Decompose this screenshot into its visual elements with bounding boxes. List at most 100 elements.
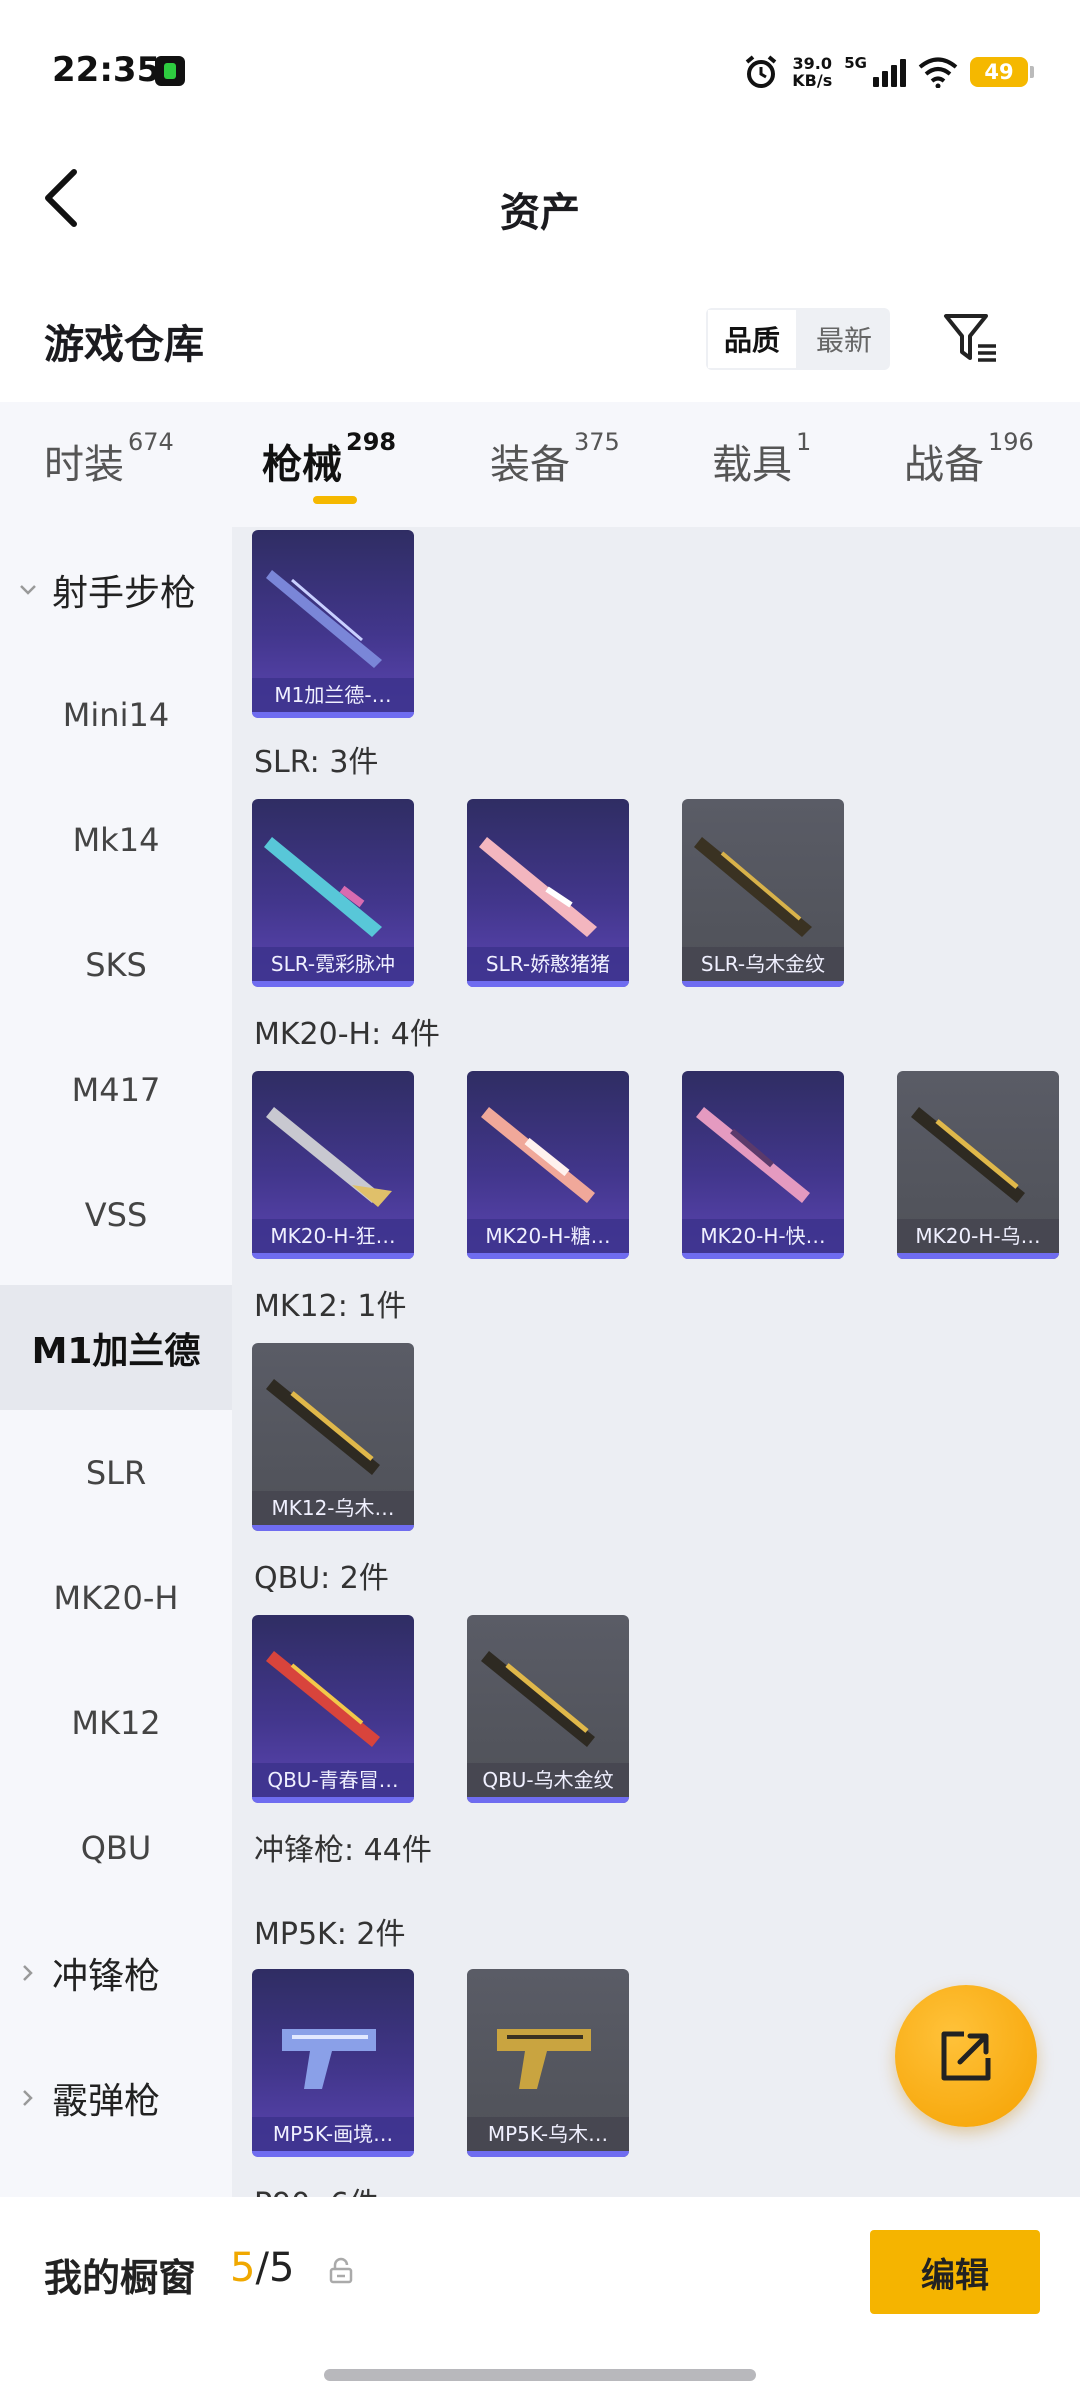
rifle-icon (481, 1107, 595, 1203)
filter-icon[interactable] (940, 308, 1000, 368)
tab-label: 战备 (904, 442, 984, 488)
rarity-bar (467, 1253, 629, 1259)
tab-firearms[interactable]: 枪械 298 (262, 428, 396, 490)
app-notification-icon (155, 56, 185, 86)
item-grid: M1加兰德-… SLR: 3件 SLR-霓彩脉冲 SLR-娇憨猪猪 SLR-乌木… (232, 527, 1080, 2197)
showcase-label: 我的橱窗 (44, 2256, 197, 2300)
sidebar-item-mk12[interactable]: MK12 (0, 1660, 232, 1785)
item-card[interactable]: QBU-乌木金纹 (467, 1615, 629, 1803)
home-indicator[interactable] (324, 2369, 756, 2381)
signal-icon (873, 57, 906, 87)
sidebar-item-sks[interactable]: SKS (0, 902, 232, 1027)
tab-fashion[interactable]: 时装 674 (44, 428, 174, 490)
item-card-label: MK20-H-糖… (467, 1219, 629, 1253)
item-card[interactable]: MK20-H-糖… (467, 1071, 629, 1259)
sidebar-group-label: 冲锋枪 (52, 1955, 161, 1997)
item-card-label: SLR-娇憨猪猪 (467, 947, 629, 981)
item-card[interactable]: SLR-乌木金纹 (682, 799, 844, 987)
wifi-icon (918, 57, 958, 88)
rarity-bar (252, 1253, 414, 1259)
item-card[interactable]: SLR-霓彩脉冲 (252, 799, 414, 987)
item-card[interactable]: M1加兰德-… (252, 530, 414, 718)
sidebar: 射手步枪 Mini14 Mk14 SKS M417 VSS M1加兰德 SLR … (0, 527, 232, 2197)
chevron-right-icon (23, 1964, 33, 1981)
status-icons: 39.0 KB/s 5G 49 (742, 52, 1034, 92)
page-title: 资产 (500, 190, 580, 236)
sidebar-item-qbu[interactable]: QBU (0, 1785, 232, 1910)
item-card-label: MK20-H-狂… (252, 1219, 414, 1253)
edit-button[interactable]: 编辑 (870, 2230, 1040, 2314)
tab-count: 674 (128, 428, 174, 456)
item-card-label: MP5K-画境… (252, 2117, 414, 2151)
rarity-bar (252, 1797, 414, 1803)
rifle-icon (696, 1107, 810, 1203)
item-card[interactable]: MP5K-乌木… (467, 1969, 629, 2157)
tab-label: 枪械 (262, 442, 342, 488)
category-tabs: 时装 674 枪械 298 装备 375 载具 1 战备 196 (0, 402, 1080, 527)
item-card[interactable]: MK20-H-乌… (897, 1071, 1059, 1259)
sort-quality-button[interactable]: 品质 (706, 308, 798, 370)
chevron-right-icon (23, 2089, 33, 2106)
group-label-qbu: QBU: 2件 (254, 1561, 389, 1596)
sidebar-item-mini14[interactable]: Mini14 (0, 652, 232, 777)
alarm-icon (746, 55, 777, 88)
top-nav: 资产 (0, 140, 1080, 260)
tab-equipment[interactable]: 装备 375 (490, 428, 620, 490)
sidebar-item-m1-garand[interactable]: M1加兰德 (0, 1285, 232, 1410)
group-label-smg: 冲锋枪: 44件 (254, 1833, 432, 1868)
tab-label: 时装 (44, 442, 124, 488)
group-label-mk20h: MK20-H: 4件 (254, 1017, 440, 1052)
status-bar: 22:35 39.0 KB/s 5G 49 (0, 0, 1080, 140)
group-label-slr: SLR: 3件 (254, 745, 379, 780)
sidebar-item-m417[interactable]: M417 (0, 1027, 232, 1152)
sidebar-group-label: 射手步枪 (52, 572, 197, 614)
item-card[interactable]: MK20-H-狂… (252, 1071, 414, 1259)
item-card[interactable]: MP5K-画境… (252, 1969, 414, 2157)
tab-count: 298 (346, 428, 397, 456)
tab-count: 196 (988, 428, 1034, 456)
sidebar-group-smg[interactable]: 冲锋枪 (0, 1910, 232, 2035)
status-time: 22:35 (52, 50, 161, 90)
warehouse-title: 游戏仓库 (44, 322, 204, 368)
item-card-label: SLR-霓彩脉冲 (252, 947, 414, 981)
rarity-bar (252, 2151, 414, 2157)
sort-newest-button[interactable]: 最新 (798, 308, 890, 370)
battery-icon: 49 (970, 57, 1034, 87)
rarity-bar (682, 1253, 844, 1259)
rarity-bar (252, 712, 414, 718)
item-card-label: MK12-乌木… (252, 1491, 414, 1525)
tab-supplies[interactable]: 战备 196 (904, 428, 1034, 490)
sidebar-group-marksman[interactable]: 射手步枪 (0, 527, 232, 652)
sidebar-item-vss[interactable]: VSS (0, 1152, 232, 1277)
rarity-bar (467, 1797, 629, 1803)
rifle-icon (266, 1651, 380, 1747)
sort-toggle: 品质 最新 (706, 308, 890, 370)
sidebar-item-slr[interactable]: SLR (0, 1410, 232, 1535)
item-card[interactable]: MK20-H-快… (682, 1071, 844, 1259)
showcase-bar: 我的橱窗 5/5 编辑 (0, 2197, 1080, 2400)
active-tab-indicator (313, 496, 357, 504)
rarity-bar (252, 1525, 414, 1531)
rifle-icon (264, 837, 382, 937)
tab-count: 1 (796, 428, 812, 456)
sidebar-group-label: 霰弹枪 (52, 2080, 161, 2122)
item-card-label: QBU-乌木金纹 (467, 1763, 629, 1797)
sidebar-item-mk20h[interactable]: MK20-H (0, 1535, 232, 1660)
share-icon (941, 2031, 991, 2081)
item-card-label: MP5K-乌木… (467, 2117, 629, 2151)
network-speed-value: 39.0 (792, 54, 832, 73)
sidebar-item-mk14[interactable]: Mk14 (0, 777, 232, 902)
sidebar-group-shotgun[interactable]: 霰弹枪 (0, 2035, 232, 2160)
share-button[interactable] (895, 1985, 1037, 2127)
item-card[interactable]: MK12-乌木… (252, 1343, 414, 1531)
network-speed: 39.0 KB/s (792, 55, 832, 89)
item-card[interactable]: QBU-青春冒… (252, 1615, 414, 1803)
showcase-count-separator: / (255, 2245, 269, 2291)
group-label-mk12: MK12: 1件 (254, 1289, 407, 1324)
lock-icon (329, 2257, 353, 2284)
item-card[interactable]: SLR-娇憨猪猪 (467, 799, 629, 987)
rifle-icon (266, 1379, 380, 1475)
rifle-icon (481, 1651, 595, 1747)
smg-icon (497, 2029, 591, 2089)
tab-vehicles[interactable]: 载具 1 (712, 428, 811, 490)
